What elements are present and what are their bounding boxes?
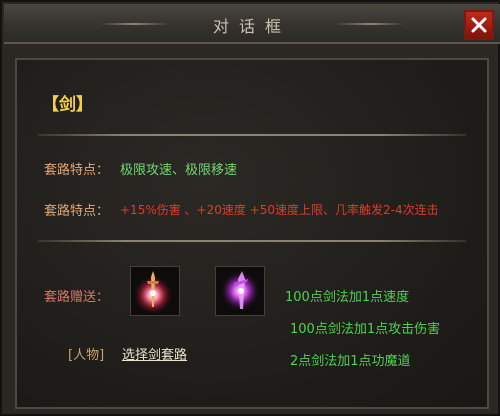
role-tag: [人物] — [68, 348, 105, 363]
feature2-label: 套路特点： — [44, 204, 110, 219]
reward-line-2: 100点剑法加1点攻击伤害 — [290, 322, 441, 337]
close-button[interactable] — [464, 10, 494, 40]
close-x-icon — [471, 17, 487, 33]
reward-line-3: 2点剑法加1点功魔道 — [290, 354, 411, 369]
divider-top — [38, 134, 466, 136]
gift-label: 套路赠送： — [44, 290, 110, 305]
divider-middle — [38, 240, 466, 242]
feature1-value: 极限攻速、极限移速 — [120, 163, 238, 178]
reward-item-slot-2[interactable] — [215, 266, 265, 316]
magic-blade-icon — [220, 271, 260, 311]
dialog-window: 对话框 【剑】 套路特点： 极限攻速、极限移速 套路特点： +15%伤害 、+2… — [0, 0, 500, 416]
reward-line-1: 100点剑法加1点速度 — [285, 290, 410, 305]
feature2-value: +15%伤害 、+20速度 +50速度上限、几率触发2-4次连击 — [120, 203, 439, 217]
class-heading: 【剑】 — [42, 95, 93, 115]
select-sword-route-link[interactable]: 选择剑套路 — [122, 344, 187, 363]
sword-weapon-icon — [133, 271, 173, 313]
feature1-label: 套路特点： — [44, 163, 110, 178]
window-title: 对话框 — [212, 17, 291, 36]
title-bar[interactable]: 对话框 — [4, 4, 500, 44]
reward-item-slot-1[interactable] — [130, 266, 180, 316]
